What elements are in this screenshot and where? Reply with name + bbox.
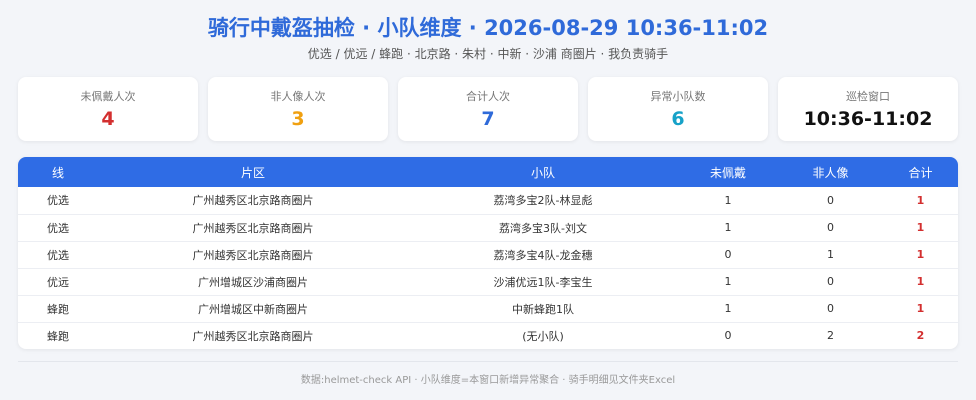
cell-team: 中新蜂跑1队 xyxy=(512,302,574,316)
cell-line: 优选 xyxy=(47,221,69,235)
column-header-unhelmeted[interactable]: 未佩戴 xyxy=(678,157,778,187)
cell-area: 广州越秀区北京路商圈片 xyxy=(192,221,314,235)
stat-card-window: 巡检窗口 10:36-11:02 xyxy=(778,77,958,141)
stat-label: 非人像人次 xyxy=(270,90,326,103)
cell-line: 优远 xyxy=(47,275,69,289)
stat-card-non-portrait: 非人像人次 3 xyxy=(208,77,388,141)
cell-area: 广州越秀区北京路商圈片 xyxy=(192,194,314,208)
table-row: 优选 广州越秀区北京路商圈片 荔湾多宝2队-林显彪 1 0 1 xyxy=(18,187,958,214)
cell-total: 1 xyxy=(916,302,925,315)
table-row: 优远 广州增城区沙浦商圈片 沙浦优远1队-李宝生 1 0 1 xyxy=(18,268,958,295)
column-header-line[interactable]: 线 xyxy=(18,157,98,187)
table-row: 优选 广州越秀区北京路商圈片 荔湾多宝3队-刘文 1 0 1 xyxy=(18,214,958,241)
cell-unhelmeted: 1 xyxy=(724,221,732,234)
cell-area: 广州越秀区北京路商圈片 xyxy=(192,329,314,343)
table-row: 蜂跑 广州增城区中新商圈片 中新蜂跑1队 1 0 1 xyxy=(18,295,958,322)
stat-value: 3 xyxy=(291,108,305,130)
cell-team: 荔湾多宝3队-刘文 xyxy=(499,221,587,235)
stat-value: 7 xyxy=(481,108,495,130)
cell-total: 1 xyxy=(916,221,925,234)
footer-divider xyxy=(18,361,958,362)
column-header-total[interactable]: 合计 xyxy=(883,157,958,187)
cell-non-portrait: 0 xyxy=(827,302,834,315)
cell-team: 荔湾多宝4队-龙金穗 xyxy=(493,248,593,262)
stat-card-unhelmeted: 未佩戴人次 4 xyxy=(18,77,198,141)
team-table: 线 片区 小队 未佩戴 非人像 合计 优选 广州越秀区北京路商圈片 荔湾多宝2队… xyxy=(18,157,958,349)
cell-non-portrait: 0 xyxy=(827,193,834,207)
cell-total: 2 xyxy=(916,329,925,343)
cell-line: 蜂跑 xyxy=(47,302,69,316)
cell-non-portrait: 0 xyxy=(827,221,834,234)
cell-unhelmeted: 0 xyxy=(724,248,732,261)
stat-value: 4 xyxy=(101,108,115,130)
cell-area: 广州越秀区北京路商圈片 xyxy=(192,248,314,262)
footer-note: 数据:helmet-check API · 小队维度=本窗口新增异常聚合 · 骑… xyxy=(300,375,676,386)
column-header-area[interactable]: 片区 xyxy=(98,157,408,187)
cell-total: 1 xyxy=(916,193,925,207)
cell-non-portrait: 2 xyxy=(827,329,834,343)
table-header-row: 线 片区 小队 未佩戴 非人像 合计 xyxy=(18,157,958,187)
cell-team: 荔湾多宝2队-林显彪 xyxy=(493,194,593,208)
column-header-team[interactable]: 小队 xyxy=(408,157,678,187)
cell-unhelmeted: 1 xyxy=(724,302,732,315)
cell-non-portrait: 1 xyxy=(827,248,834,261)
stat-card-total: 合计人次 7 xyxy=(398,77,578,141)
page-subtitle: 优选 / 优远 / 蜂跑 · 北京路 · 朱村 · 中新 · 沙浦 商圈片 · … xyxy=(307,47,669,61)
cell-non-portrait: 0 xyxy=(827,275,834,288)
stat-value: 6 xyxy=(671,108,685,130)
cell-line: 优选 xyxy=(47,248,69,262)
stat-label: 巡检窗口 xyxy=(846,90,890,103)
stat-label: 未佩戴人次 xyxy=(80,90,136,103)
cell-total: 1 xyxy=(916,248,925,261)
page-title: 骑行中戴盔抽检 · 小队维度 · 2026-08-29 10:36-11:02 xyxy=(207,16,769,40)
column-header-non-portrait[interactable]: 非人像 xyxy=(778,157,883,187)
stat-card-abnormal-teams: 异常小队数 6 xyxy=(588,77,768,141)
cell-team: (无小队) xyxy=(522,329,564,343)
stat-label: 合计人次 xyxy=(466,90,510,103)
cell-area: 广州增城区沙浦商圈片 xyxy=(198,275,308,289)
cell-unhelmeted: 1 xyxy=(724,193,732,207)
stat-value: 10:36-11:02 xyxy=(803,108,933,130)
cell-line: 优选 xyxy=(47,194,69,208)
cell-unhelmeted: 1 xyxy=(724,275,732,288)
cell-area: 广州增城区中新商圈片 xyxy=(198,302,308,316)
stats-cards: 未佩戴人次 4 非人像人次 3 合计人次 7 异常小队数 6 巡检窗口 10:3… xyxy=(18,77,958,141)
table-row: 优选 广州越秀区北京路商圈片 荔湾多宝4队-龙金穗 0 1 1 xyxy=(18,241,958,268)
cell-team: 沙浦优远1队-李宝生 xyxy=(493,275,593,289)
stat-label: 异常小队数 xyxy=(650,90,706,103)
table-row: 蜂跑 广州越秀区北京路商圈片 (无小队) 0 2 2 xyxy=(18,322,958,349)
cell-line: 蜂跑 xyxy=(47,329,69,343)
cell-unhelmeted: 0 xyxy=(724,329,732,343)
cell-total: 1 xyxy=(916,275,925,288)
